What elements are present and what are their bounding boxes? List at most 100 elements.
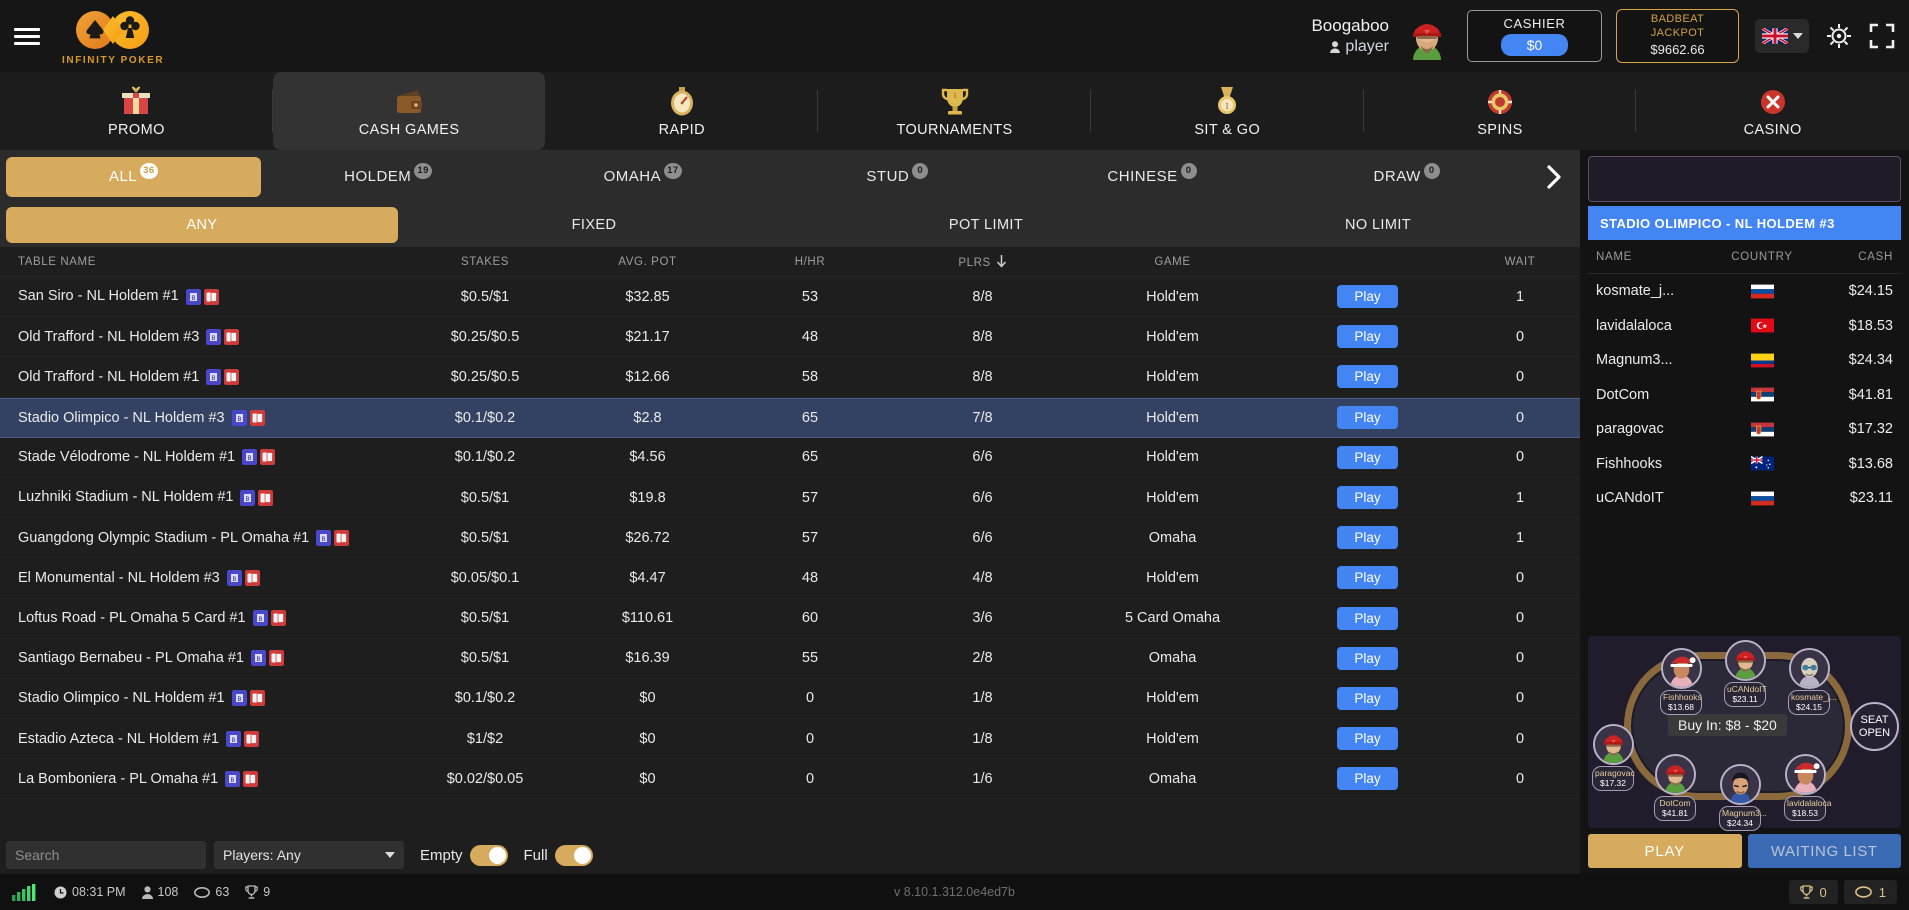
seat[interactable]: kosmate_j... $24.15 — [1788, 648, 1837, 715]
full-toggle[interactable] — [554, 844, 593, 866]
game-tab-omaha[interactable]: OMAHA 17 — [515, 157, 770, 197]
seat[interactable]: Magnum3... $24.34 — [1719, 764, 1767, 831]
column-header-game[interactable]: GAME — [1070, 256, 1275, 268]
play-button[interactable]: Play — [1337, 686, 1398, 710]
settings-button[interactable] — [1825, 22, 1853, 50]
player-row[interactable]: Fishhooks $13.68 — [1588, 447, 1901, 482]
open-tournaments-chip[interactable]: 0 — [1788, 880, 1838, 904]
seat[interactable]: DotCom $41.81 — [1654, 754, 1696, 821]
seat[interactable]: paragovac $17.32 — [1592, 724, 1635, 791]
column-header-wait[interactable]: WAIT — [1460, 256, 1580, 268]
jackpot-badge-icon: B — [242, 449, 258, 466]
column-header-table-name[interactable]: TABLE NAME — [0, 256, 400, 268]
table-row[interactable]: Luzhniki Stadium - NL Holdem #1 B $0.5/$1 $… — [0, 478, 1580, 519]
table-row[interactable]: Loftus Road - PL Omaha 5 Card #1 B $0.5/$1… — [0, 599, 1580, 639]
cashier-button[interactable]: CASHIER $0 — [1467, 10, 1602, 62]
table-row[interactable]: La Bomboniera - PL Omaha #1 B $0.02/$0.05 $… — [0, 759, 1580, 800]
limit-tab-any[interactable]: ANY — [6, 207, 398, 243]
player-cash: $24.15 — [1848, 283, 1893, 300]
play-button[interactable]: Play — [1337, 486, 1398, 510]
game-tab-draw[interactable]: DRAW 0 — [1279, 157, 1534, 197]
seat[interactable]: uCANdoIT $23.11 — [1724, 640, 1767, 707]
seat[interactable]: Fishhooks $13.68 — [1660, 648, 1702, 715]
play-button[interactable]: Play — [1337, 767, 1398, 791]
column-header-hhr[interactable]: H/HR — [725, 256, 895, 268]
game-tab-stud[interactable]: STUD 0 — [770, 157, 1025, 197]
play-button[interactable]: Play — [1337, 365, 1398, 389]
play-button[interactable]: Play — [1337, 445, 1398, 469]
table-row-game: Hold'em — [1146, 409, 1199, 426]
table-row[interactable]: Santiago Bernabeu - PL Omaha #1 B $0.5/$1 $… — [0, 639, 1580, 679]
play-button[interactable]: Play — [1337, 727, 1398, 751]
play-button[interactable]: Play — [1337, 566, 1398, 590]
nav-label: SIT & GO — [1194, 122, 1261, 138]
spins-chip-icon — [1483, 84, 1517, 118]
open-tables-chip[interactable]: 1 — [1843, 880, 1897, 904]
nav-item-spins[interactable]: SPINS — [1364, 72, 1637, 150]
player-row[interactable]: kosmate_j... $24.15 — [1588, 274, 1901, 309]
limit-tab-pot-limit[interactable]: POT LIMIT — [790, 207, 1182, 243]
table-row[interactable]: Stadio Olimpico - NL Holdem #1 B $0.1/$0.2… — [0, 679, 1580, 720]
limit-tab-fixed[interactable]: FIXED — [398, 207, 790, 243]
nav-item-promo[interactable]: PROMO — [0, 72, 273, 150]
user-info[interactable]: Boogaboo player — [1311, 15, 1389, 56]
play-button[interactable]: Play — [1337, 406, 1398, 430]
seat-open-button[interactable]: SEAT OPEN — [1850, 702, 1899, 751]
fullscreen-button[interactable] — [1869, 23, 1895, 49]
table-row[interactable]: Stade Vélodrome - NL Holdem #1 B $0.1/$0.2… — [0, 438, 1580, 478]
nav-item-casino[interactable]: CASINO — [1636, 72, 1909, 150]
play-button[interactable]: Play — [1337, 646, 1398, 670]
limit-tab-no-limit[interactable]: NO LIMIT — [1182, 207, 1574, 243]
clock-icon — [54, 886, 67, 898]
nav-item-cash-games[interactable]: CASH GAMES — [272, 72, 546, 150]
table-row[interactable]: San Siro - NL Holdem #1 B $0.5/$1 $32.85 53 8… — [0, 277, 1580, 318]
cards-badge-icon — [243, 730, 259, 747]
play-button[interactable]: Play — [1337, 285, 1398, 309]
hamburger-menu-icon[interactable] — [14, 24, 40, 49]
language-selector[interactable] — [1755, 19, 1809, 53]
table-row-play-cell: Play — [1275, 365, 1460, 389]
players-filter-select[interactable]: Players: Any — [214, 841, 404, 869]
table-row[interactable]: El Monumental - NL Holdem #3 B $0.05/$0.1 $… — [0, 558, 1580, 599]
badbeat-jackpot-button[interactable]: BADBEAT JACKPOT $9662.66 — [1616, 9, 1739, 63]
player-country — [1716, 318, 1808, 334]
play-button[interactable]: PLAY — [1588, 834, 1742, 868]
table-row-stakes: $0.05/$0.1 — [450, 569, 520, 586]
game-tabs-next-button[interactable] — [1534, 164, 1574, 190]
nav-item-sit-and-go[interactable]: 1 SIT & GO — [1091, 72, 1364, 150]
nav-item-rapid[interactable]: RAPID — [545, 72, 818, 150]
game-tab-holdem[interactable]: HOLDEM 19 — [261, 157, 516, 197]
avatar[interactable] — [1399, 8, 1455, 64]
search-input[interactable] — [6, 841, 206, 869]
play-button[interactable]: Play — [1337, 325, 1398, 349]
player-list-header: NAME COUNTRY CASH — [1588, 240, 1901, 274]
seat[interactable]: lavidalaloca $18.53 — [1784, 754, 1831, 821]
column-header-avg-pot[interactable]: AVG. POT — [570, 256, 725, 268]
empty-toggle[interactable] — [469, 844, 508, 866]
table-row-name-cell: Luzhniki Stadium - NL Holdem #1 B — [0, 489, 400, 506]
player-name: Magnum3... — [1596, 352, 1673, 369]
game-tab-count: 17 — [664, 162, 682, 179]
table-row[interactable]: Estadio Azteca - NL Holdem #1 B $1/$2 $0 0 1/… — [0, 719, 1580, 760]
table-row[interactable]: Stadio Olimpico - NL Holdem #3 B $0.1/$0.2… — [0, 397, 1580, 438]
player-row[interactable]: DotCom $41.81 — [1588, 378, 1901, 413]
play-button[interactable]: Play — [1337, 606, 1398, 630]
player-row[interactable]: Magnum3... $24.34 — [1588, 343, 1901, 378]
promo-banner[interactable] — [1588, 156, 1901, 202]
waiting-list-button[interactable]: WAITING LIST — [1747, 834, 1901, 868]
flag-icon-rs — [1750, 388, 1774, 402]
nav-item-tournaments[interactable]: 1 TOURNAMENTS — [818, 72, 1091, 150]
table-row[interactable]: Guangdong Olympic Stadium - PL Omaha #1 B… — [0, 518, 1580, 559]
play-button[interactable]: Play — [1337, 526, 1398, 550]
player-row[interactable]: uCANdoIT $23.11 — [1588, 481, 1901, 516]
player-row[interactable]: paragovac $17.32 — [1588, 412, 1901, 447]
game-tab-chinese[interactable]: CHINESE 0 — [1025, 157, 1280, 197]
column-header-plrs[interactable]: PLRS — [895, 254, 1070, 269]
table-row[interactable]: Old Trafford - NL Holdem #3 B $0.25/$0.5 $2… — [0, 317, 1580, 358]
game-tab-all[interactable]: ALL 36 — [6, 156, 261, 197]
brand-logo[interactable]: INFINITY POKER — [62, 6, 164, 66]
player-row[interactable]: lavidalaloca $18.53 — [1588, 309, 1901, 344]
table-row[interactable]: Old Trafford - NL Holdem #1 B $0.25/$0.5 $1… — [0, 357, 1580, 398]
seat-player-amount: $18.53 — [1792, 808, 1818, 819]
column-header-stakes[interactable]: STAKES — [400, 256, 570, 268]
